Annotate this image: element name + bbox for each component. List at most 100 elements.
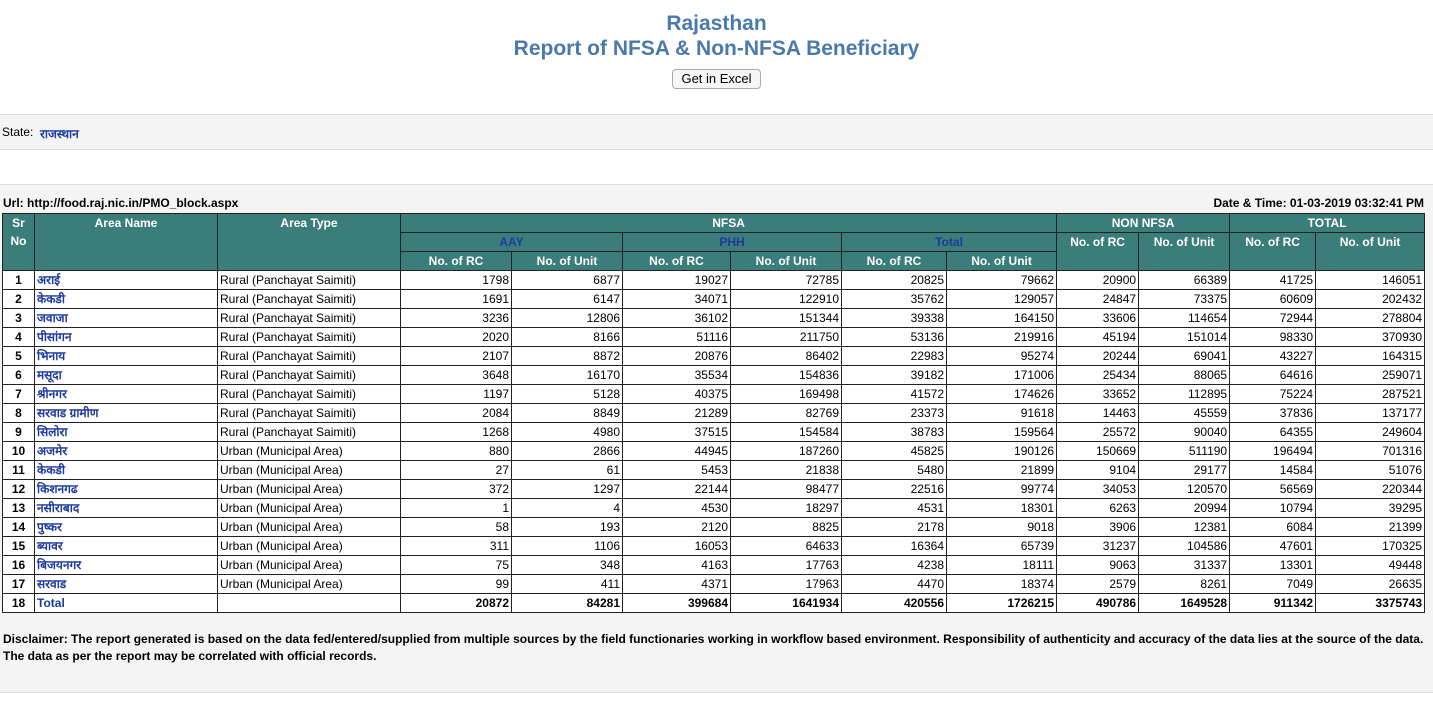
sr-no-cell: 13 xyxy=(2,498,35,518)
area-name-link[interactable]: किशनगढ xyxy=(34,479,218,499)
area-type-cell: Rural (Panchayat Saimiti) xyxy=(217,346,401,366)
sr-no-cell: 7 xyxy=(2,384,35,404)
state-value: राजस्थान xyxy=(40,127,79,141)
table-row: 7 श्रीनगर Rural (Panchayat Saimiti) 1197 512… xyxy=(2,384,1426,404)
area-name-link[interactable]: अजमेर xyxy=(34,441,218,461)
area-name-link[interactable]: पीसांगन xyxy=(34,327,218,347)
value-cell: 4531 xyxy=(841,498,947,518)
value-cell: 9063 xyxy=(1056,555,1140,575)
area-type-cell: Urban (Municipal Area) xyxy=(217,517,401,537)
col-nt-rc: No. of RC xyxy=(841,251,947,271)
area-name-link[interactable]: श्रीनगर xyxy=(34,384,218,404)
report-header: Rajasthan Report of NFSA & Non-NFSA Bene… xyxy=(0,11,1433,89)
value-cell: 6263 xyxy=(1056,498,1140,518)
value-cell: 122910 xyxy=(730,289,842,309)
table-row: 14 पुष्कर Urban (Municipal Area) 58 193 2120 8… xyxy=(2,517,1426,537)
value-cell: 41725 xyxy=(1229,270,1317,290)
table-row: 12 किशनगढ Urban (Municipal Area) 372 1297 221… xyxy=(2,479,1426,499)
value-cell: 39182 xyxy=(841,365,947,385)
value-cell: 1649528 xyxy=(1138,593,1231,613)
value-cell: 20244 xyxy=(1056,346,1140,366)
area-name-link[interactable]: ब्यावर xyxy=(34,536,218,556)
col-phh: PHH xyxy=(622,232,842,252)
sr-no-cell: 4 xyxy=(2,327,35,347)
value-cell: 34071 xyxy=(622,289,731,309)
value-cell: 249604 xyxy=(1315,422,1426,442)
value-cell: 164150 xyxy=(945,308,1058,328)
col-total-unit: No. of Unit xyxy=(1315,232,1426,271)
area-name-link[interactable]: Total xyxy=(34,593,218,613)
value-cell: 13301 xyxy=(1229,555,1317,575)
disclaimer: Disclaimer: The report generated is base… xyxy=(3,632,1424,663)
value-cell: 16364 xyxy=(841,536,947,556)
value-cell: 18111 xyxy=(945,555,1058,575)
area-name-link[interactable]: पुष्कर xyxy=(34,517,218,537)
value-cell: 154836 xyxy=(730,365,842,385)
value-cell: 2866 xyxy=(511,441,623,461)
value-cell: 104586 xyxy=(1138,536,1231,556)
value-cell: 4238 xyxy=(841,555,947,575)
value-cell: 187260 xyxy=(730,441,842,461)
value-cell: 8849 xyxy=(511,403,623,423)
area-name-link[interactable]: सरवाड ग्रामीण xyxy=(34,403,218,423)
value-cell: 53136 xyxy=(841,327,947,347)
total-row: 18 Total 20872 84281 399684 1641934 420556 1726… xyxy=(2,593,1426,613)
area-name-link[interactable]: मसूदा xyxy=(34,365,218,385)
value-cell: 1106 xyxy=(511,536,623,556)
area-name-link[interactable]: बिजयनगर xyxy=(34,555,218,575)
value-cell: 174626 xyxy=(945,384,1058,404)
value-cell: 129057 xyxy=(945,289,1058,309)
area-name-link[interactable]: केकडी xyxy=(34,460,218,480)
value-cell: 511190 xyxy=(1138,441,1231,461)
value-cell: 5453 xyxy=(622,460,731,480)
sr-no-cell: 18 xyxy=(2,593,35,613)
table-row: 3 जवाजा Rural (Panchayat Saimiti) 3236 12806… xyxy=(2,308,1426,328)
value-cell: 5128 xyxy=(511,384,623,404)
area-name-link[interactable]: भिनाय xyxy=(34,346,218,366)
value-cell: 150669 xyxy=(1056,441,1140,461)
area-name-link[interactable]: जवाजा xyxy=(34,308,218,328)
value-cell: 3375743 xyxy=(1315,593,1426,613)
value-cell: 1197 xyxy=(400,384,512,404)
value-cell: 58 xyxy=(400,517,512,537)
value-cell: 38783 xyxy=(841,422,947,442)
value-cell: 20994 xyxy=(1138,498,1231,518)
value-cell: 73375 xyxy=(1138,289,1231,309)
area-name-link[interactable]: केकडी xyxy=(34,289,218,309)
value-cell: 19027 xyxy=(622,270,731,290)
value-cell: 16170 xyxy=(511,365,623,385)
value-cell: 21399 xyxy=(1315,517,1426,537)
value-cell: 25434 xyxy=(1056,365,1140,385)
value-cell: 51076 xyxy=(1315,460,1426,480)
area-name-link[interactable]: सरवाड xyxy=(34,574,218,594)
area-type-cell: Rural (Panchayat Saimiti) xyxy=(217,403,401,423)
value-cell: 2178 xyxy=(841,517,947,537)
report-subtitle: Report of NFSA & Non-NFSA Beneficiary xyxy=(513,37,920,60)
value-cell: 61 xyxy=(511,460,623,480)
value-cell: 411 xyxy=(511,574,623,594)
area-name-link[interactable]: अराई xyxy=(34,270,218,290)
value-cell: 18297 xyxy=(730,498,842,518)
area-type-cell xyxy=(217,593,401,613)
table-row: 8 सरवाड ग्रामीण Rural (Panchayat Saimiti) 2… xyxy=(2,403,1426,423)
area-name-link[interactable]: नसीराबाद xyxy=(34,498,218,518)
value-cell: 3906 xyxy=(1056,517,1140,537)
value-cell: 114654 xyxy=(1138,308,1231,328)
value-cell: 146051 xyxy=(1315,270,1426,290)
excel-export-button[interactable]: Get in Excel xyxy=(672,69,761,89)
value-cell: 20900 xyxy=(1056,270,1140,290)
value-cell: 82769 xyxy=(730,403,842,423)
area-type-cell: Rural (Panchayat Saimiti) xyxy=(217,308,401,328)
area-type-cell: Rural (Panchayat Saimiti) xyxy=(217,289,401,309)
sr-no-cell: 10 xyxy=(2,441,35,461)
area-name-link[interactable]: सिलोरा xyxy=(34,422,218,442)
value-cell: 4980 xyxy=(511,422,623,442)
value-cell: 6877 xyxy=(511,270,623,290)
area-type-cell: Rural (Panchayat Saimiti) xyxy=(217,270,401,290)
value-cell: 72944 xyxy=(1229,308,1317,328)
report-panel: Url: http://food.raj.nic.in/PMO_block.as… xyxy=(0,184,1433,693)
value-cell: 47601 xyxy=(1229,536,1317,556)
table-row: 9 सिलोरा Rural (Panchayat Saimiti) 1268 4980… xyxy=(2,422,1426,442)
value-cell: 21289 xyxy=(622,403,731,423)
value-cell: 35762 xyxy=(841,289,947,309)
